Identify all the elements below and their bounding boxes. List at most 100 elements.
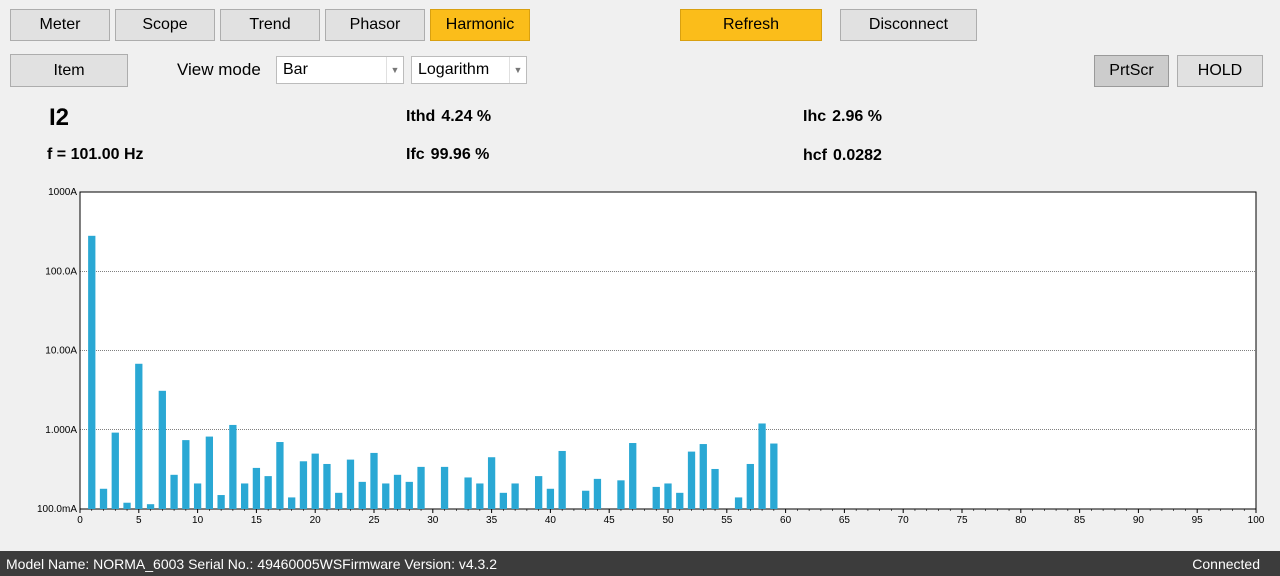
scale-select[interactable]: Logarithm ▼ — [411, 56, 527, 84]
harmonic-bar — [205, 436, 214, 509]
harmonic-bar — [323, 463, 331, 509]
hcf-value: 0.0282 — [833, 147, 882, 164]
harmonic-bar — [158, 390, 166, 509]
ifc-value: 99.96 % — [430, 146, 490, 163]
harmonic-bar — [240, 483, 249, 509]
x-tick-label: 15 — [251, 515, 263, 526]
harmonic-bar — [617, 480, 625, 509]
item-button[interactable]: Item — [10, 54, 128, 87]
harmonic-bar — [405, 481, 413, 509]
harmonic-bar — [358, 481, 366, 509]
harmonic-bar — [123, 502, 131, 509]
ithd-readout: Ithd 4.24 % — [406, 108, 491, 126]
channel-label: I2 — [49, 104, 70, 131]
x-tick-label: 50 — [662, 515, 674, 526]
tab-phasor[interactable]: Phasor — [325, 9, 425, 41]
x-tick-label: 100 — [1248, 515, 1265, 526]
view-mode-label: View mode — [177, 60, 261, 79]
harmonic-bar — [135, 363, 143, 509]
x-tick-label: 20 — [310, 515, 322, 526]
ithd-label: Ithd — [406, 108, 436, 125]
x-tick-label: 0 — [77, 515, 83, 526]
frequency-readout: f = 101.00 Hz — [47, 146, 144, 163]
harmonic-bar — [546, 488, 555, 509]
hold-button[interactable]: HOLD — [1177, 55, 1263, 87]
refresh-button[interactable]: Refresh — [680, 9, 822, 41]
x-tick-label: 75 — [956, 515, 968, 526]
prtscr-button[interactable]: PrtScr — [1094, 55, 1169, 87]
x-tick-label: 65 — [839, 515, 851, 526]
harmonic-bar — [335, 492, 343, 509]
y-tick-label: 1000A — [48, 187, 77, 198]
harmonic-bar — [440, 466, 449, 509]
harmonic-bar — [558, 450, 566, 509]
x-tick-label: 5 — [136, 515, 142, 526]
x-tick-label: 40 — [545, 515, 557, 526]
harmonic-bar — [629, 443, 637, 509]
view-mode-value: Bar — [283, 61, 308, 78]
x-tick-label: 55 — [721, 515, 733, 526]
harmonic-bar — [170, 474, 178, 509]
harmonic-bar — [687, 451, 696, 509]
x-tick-label: 10 — [192, 515, 204, 526]
harmonic-bar — [734, 497, 743, 509]
harmonic-bar — [382, 483, 390, 509]
harmonic-bar — [111, 432, 119, 509]
chevron-down-icon[interactable]: ▼ — [509, 57, 526, 83]
scale-value: Logarithm — [418, 61, 490, 78]
disconnect-button[interactable]: Disconnect — [840, 9, 977, 41]
harmonic-bar — [146, 504, 155, 509]
harmonic-bar — [311, 453, 319, 509]
device-info-text: Model Name: NORMA_6003 Serial No.: 49460… — [6, 556, 497, 572]
harmonic-bar — [582, 490, 590, 509]
tab-harmonic[interactable]: Harmonic — [430, 9, 530, 41]
harmonic-bar — [534, 476, 543, 509]
x-tick-label: 35 — [486, 515, 498, 526]
harmonic-bar — [88, 235, 96, 509]
ihc-readout: Ihc 2.96 % — [803, 108, 882, 126]
x-tick-label: 90 — [1133, 515, 1145, 526]
harmonic-bar — [417, 466, 425, 509]
x-tick-label: 25 — [368, 515, 380, 526]
harmonic-bar — [664, 483, 672, 509]
ifc-readout: Ifc 99.96 % — [406, 146, 489, 164]
tab-trend[interactable]: Trend — [220, 9, 320, 41]
harmonic-bar — [758, 423, 766, 509]
chevron-down-icon[interactable]: ▼ — [386, 57, 403, 83]
status-bar: Model Name: NORMA_6003 Serial No.: 49460… — [0, 551, 1280, 576]
harmonic-bar — [487, 457, 496, 509]
harmonic-bar — [593, 478, 602, 509]
harmonic-bar — [346, 459, 355, 509]
harmonic-bar — [217, 495, 225, 509]
connection-status: Connected — [1192, 556, 1260, 572]
y-tick-label: 100.0A — [45, 266, 77, 277]
x-tick-label: 45 — [604, 515, 616, 526]
y-tick-label: 1.000A — [45, 425, 77, 436]
hcf-readout: hcf 0.0282 — [803, 147, 882, 165]
harmonic-bar — [264, 476, 272, 509]
tab-meter[interactable]: Meter — [10, 9, 110, 41]
tab-scope[interactable]: Scope — [115, 9, 215, 41]
harmonic-bar — [676, 492, 684, 509]
harmonic-bar — [746, 463, 754, 509]
harmonic-bar — [393, 474, 402, 509]
harmonic-bar — [652, 486, 660, 509]
ihc-label: Ihc — [803, 108, 827, 125]
harmonic-bar — [99, 488, 108, 509]
harmonic-bar — [770, 443, 778, 509]
harmonic-bar — [276, 442, 284, 509]
x-tick-label: 70 — [898, 515, 910, 526]
x-tick-label: 30 — [427, 515, 439, 526]
harmonic-bar — [711, 468, 719, 509]
harmonic-bar — [182, 440, 190, 509]
view-mode-select[interactable]: Bar ▼ — [276, 56, 404, 84]
x-tick-label: 60 — [780, 515, 792, 526]
harmonic-bar — [464, 477, 472, 509]
harmonic-bar — [288, 497, 296, 509]
harmonic-bar — [193, 483, 202, 509]
harmonic-bar — [476, 483, 484, 509]
x-tick-label: 95 — [1192, 515, 1204, 526]
harmonic-bar — [370, 452, 378, 509]
harmonic-bar — [499, 492, 508, 509]
x-tick-label: 80 — [1015, 515, 1027, 526]
